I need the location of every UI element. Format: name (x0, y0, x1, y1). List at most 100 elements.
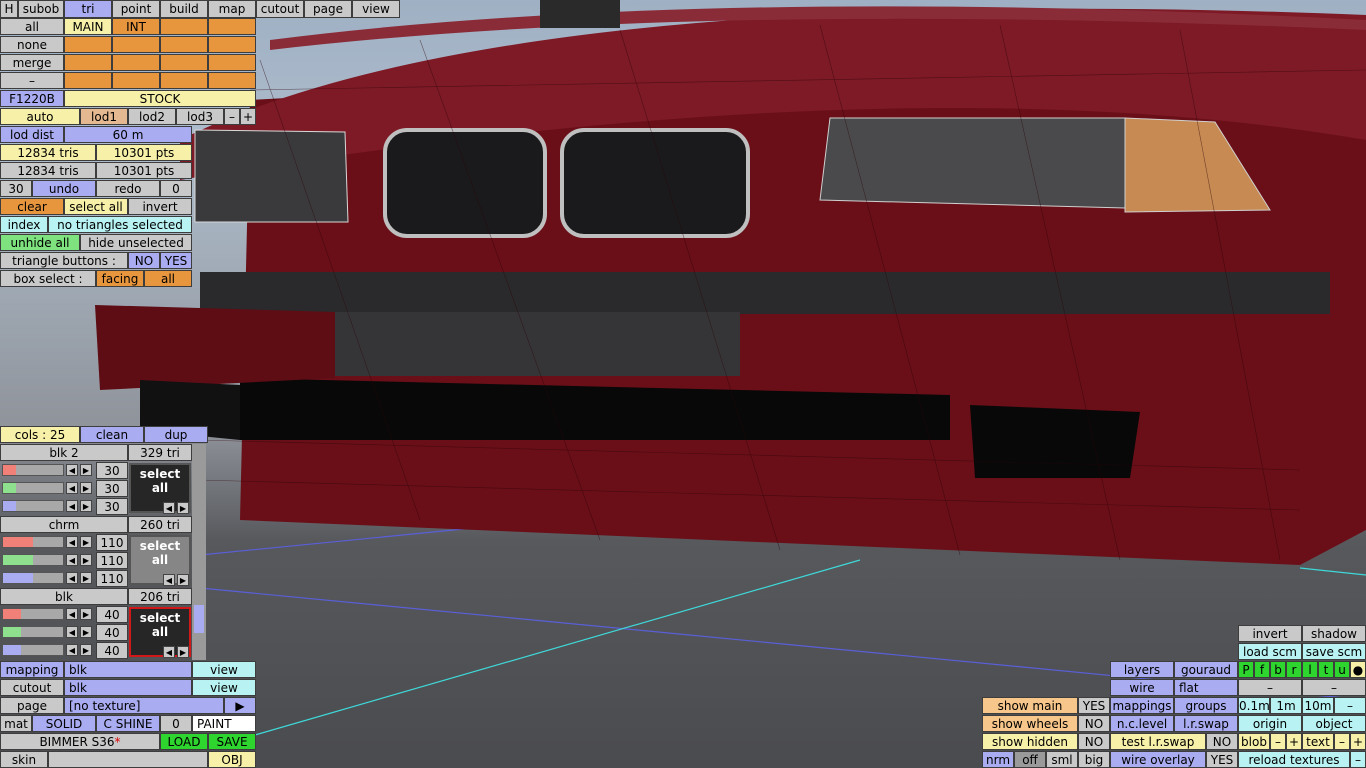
color-slider[interactable] (2, 608, 64, 620)
slider-right-arrow[interactable]: ▶ (80, 644, 92, 656)
slider-right-arrow[interactable]: ▶ (80, 608, 92, 620)
group-slot[interactable] (160, 54, 208, 71)
text-minus-button[interactable]: – (1334, 733, 1350, 750)
slider-left-arrow[interactable]: ◀ (66, 500, 78, 512)
material-name[interactable]: blk 2 (0, 444, 128, 461)
blob-plus-button[interactable]: + (1286, 733, 1302, 750)
save-button[interactable]: SAVE (208, 733, 256, 750)
gouraud-button[interactable]: gouraud (1174, 661, 1238, 678)
group-int-button[interactable]: INT (112, 18, 160, 35)
origin-button[interactable]: origin (1238, 715, 1302, 732)
slider-left-arrow[interactable]: ◀ (66, 482, 78, 494)
group-slot[interactable] (208, 36, 256, 53)
slider-right-arrow[interactable]: ▶ (80, 572, 92, 584)
color-value[interactable]: 110 (96, 570, 128, 587)
redo-button[interactable]: redo (96, 180, 160, 197)
size-off-button[interactable]: off (1014, 751, 1046, 768)
shadow-button[interactable]: shadow (1302, 625, 1366, 642)
test-lr-swap-button[interactable]: test l.r.swap (1110, 733, 1206, 750)
group-slot[interactable] (64, 72, 112, 89)
color-slider[interactable] (2, 644, 64, 656)
lod3-button[interactable]: lod3 (176, 108, 224, 125)
select-none-button[interactable]: none (0, 36, 64, 53)
color-value[interactable]: 30 (96, 480, 128, 497)
select-all-material[interactable]: select all (131, 611, 189, 639)
reload-textures-button[interactable]: reload textures (1238, 751, 1350, 768)
mat-zero-value[interactable]: 0 (160, 715, 192, 732)
lr-swap-button[interactable]: l.r.swap (1174, 715, 1238, 732)
wire-overlay-toggle[interactable]: YES (1206, 751, 1238, 768)
slider-left-arrow[interactable]: ◀ (66, 644, 78, 656)
color-value[interactable]: 40 (96, 642, 128, 659)
load-button[interactable]: LOAD (160, 733, 208, 750)
obj-button[interactable]: OBJ (208, 751, 256, 768)
blob-button[interactable]: blob (1238, 733, 1270, 750)
group-slot[interactable] (64, 54, 112, 71)
flag-l-button[interactable]: l (1302, 661, 1318, 678)
slider-left-arrow[interactable]: ◀ (66, 464, 78, 476)
cutout-view-button[interactable]: view (192, 679, 256, 696)
slider-right-arrow[interactable]: ▶ (80, 536, 92, 548)
material-name[interactable]: blk (0, 588, 128, 605)
group-main-button[interactable]: MAIN (64, 18, 112, 35)
color-slider[interactable] (2, 464, 64, 476)
wire-overlay-button[interactable]: wire overlay (1110, 751, 1206, 768)
group-slot[interactable] (112, 72, 160, 89)
invert-button[interactable]: invert (1238, 625, 1302, 642)
reload-minus-button[interactable]: – (1350, 751, 1366, 768)
slider-left-arrow[interactable]: ◀ (66, 608, 78, 620)
triangle-buttons-no[interactable]: NO (128, 252, 160, 269)
group-slot[interactable] (64, 36, 112, 53)
solid-button[interactable]: SOLID (32, 715, 96, 732)
cutout-value[interactable]: blk (64, 679, 192, 696)
slider-left-arrow[interactable]: ◀ (66, 536, 78, 548)
color-value[interactable]: 40 (96, 606, 128, 623)
clean-button[interactable]: clean (80, 426, 144, 443)
step-minus-button[interactable]: – (1334, 697, 1366, 714)
group-slot[interactable] (160, 36, 208, 53)
swatch-right-arrow[interactable]: ▶ (177, 646, 189, 658)
select-all-button[interactable]: all (0, 18, 64, 35)
invert-selection-button[interactable]: invert (128, 198, 192, 215)
tab-cutout[interactable]: cutout (256, 0, 304, 18)
group-slot[interactable] (112, 36, 160, 53)
mappings-button[interactable]: mappings (1110, 697, 1174, 714)
tab-view[interactable]: view (352, 0, 400, 18)
box-select-facing[interactable]: facing (96, 270, 144, 287)
text-button[interactable]: text (1302, 733, 1334, 750)
color-slider[interactable] (2, 500, 64, 512)
slider-right-arrow[interactable]: ▶ (80, 626, 92, 638)
blob-minus-button[interactable]: – (1270, 733, 1286, 750)
index-button[interactable]: index (0, 216, 48, 233)
color-slider[interactable] (2, 482, 64, 494)
skin-value[interactable] (48, 751, 208, 768)
layers-button[interactable]: layers (1110, 661, 1174, 678)
test-lr-swap-toggle[interactable]: NO (1206, 733, 1238, 750)
size-big-button[interactable]: big (1078, 751, 1110, 768)
tab-subob[interactable]: subob (18, 0, 64, 18)
nc-level-button[interactable]: n.c.level (1110, 715, 1174, 732)
dash-button-left[interactable]: – (1238, 679, 1302, 696)
size-nrm-button[interactable]: nrm (982, 751, 1014, 768)
dash-button-right[interactable]: – (1302, 679, 1366, 696)
body-type-button[interactable]: STOCK (64, 90, 256, 107)
object-button[interactable]: object (1302, 715, 1366, 732)
slider-left-arrow[interactable]: ◀ (66, 572, 78, 584)
swatch-right-arrow[interactable]: ▶ (177, 502, 189, 514)
hide-unselected-button[interactable]: hide unselected (80, 234, 192, 251)
group-slot[interactable] (160, 72, 208, 89)
color-slider[interactable] (2, 536, 64, 548)
group-slot[interactable] (160, 18, 208, 35)
model-code-button[interactable]: F1220B (0, 90, 64, 107)
slider-right-arrow[interactable]: ▶ (80, 482, 92, 494)
groups-button[interactable]: groups (1174, 697, 1238, 714)
slider-right-arrow[interactable]: ▶ (80, 464, 92, 476)
lod-minus-button[interactable]: – (224, 108, 240, 125)
tab-map[interactable]: map (208, 0, 256, 18)
group-slot[interactable] (208, 72, 256, 89)
flag-b-button[interactable]: b (1270, 661, 1286, 678)
load-scm-button[interactable]: load scm (1238, 643, 1302, 660)
flag-p-button[interactable]: P (1238, 661, 1254, 678)
swatch-left-arrow[interactable]: ◀ (163, 646, 175, 658)
flag-u-button[interactable]: u (1334, 661, 1350, 678)
